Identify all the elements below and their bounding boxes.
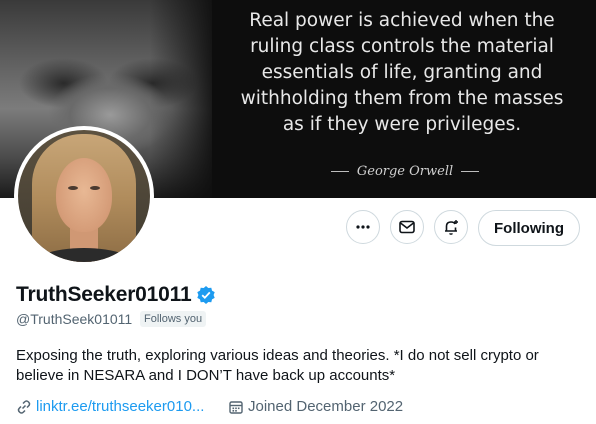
calendar-icon xyxy=(229,400,243,414)
banner-quote-author: George Orwell xyxy=(300,164,510,179)
display-name: TruthSeeker01011 xyxy=(16,283,192,306)
following-button[interactable]: Following xyxy=(478,210,580,246)
avatar[interactable] xyxy=(14,126,154,266)
message-button[interactable] xyxy=(390,210,424,244)
mail-icon xyxy=(399,220,415,234)
more-button[interactable] xyxy=(346,210,380,244)
link-icon xyxy=(17,399,31,414)
profile-link-text[interactable]: linktr.ee/truthseeker010... xyxy=(36,398,204,415)
joined-date-text: Joined December 2022 xyxy=(248,398,404,415)
banner-quote: Real power is achieved when the ruling c… xyxy=(240,10,564,135)
more-icon xyxy=(356,225,370,229)
verified-badge-icon[interactable] xyxy=(196,285,216,305)
follows-you-badge: Follows you xyxy=(140,311,207,327)
joined-date: Joined December 2022 xyxy=(228,398,403,415)
profile-link[interactable]: linktr.ee/truthseeker010... xyxy=(16,398,204,415)
bell-plus-icon xyxy=(445,220,458,235)
user-handle: @TruthSeek01011 xyxy=(16,311,133,327)
notifications-button[interactable] xyxy=(434,210,468,244)
profile-bio: Exposing the truth, exploring various id… xyxy=(16,347,539,384)
